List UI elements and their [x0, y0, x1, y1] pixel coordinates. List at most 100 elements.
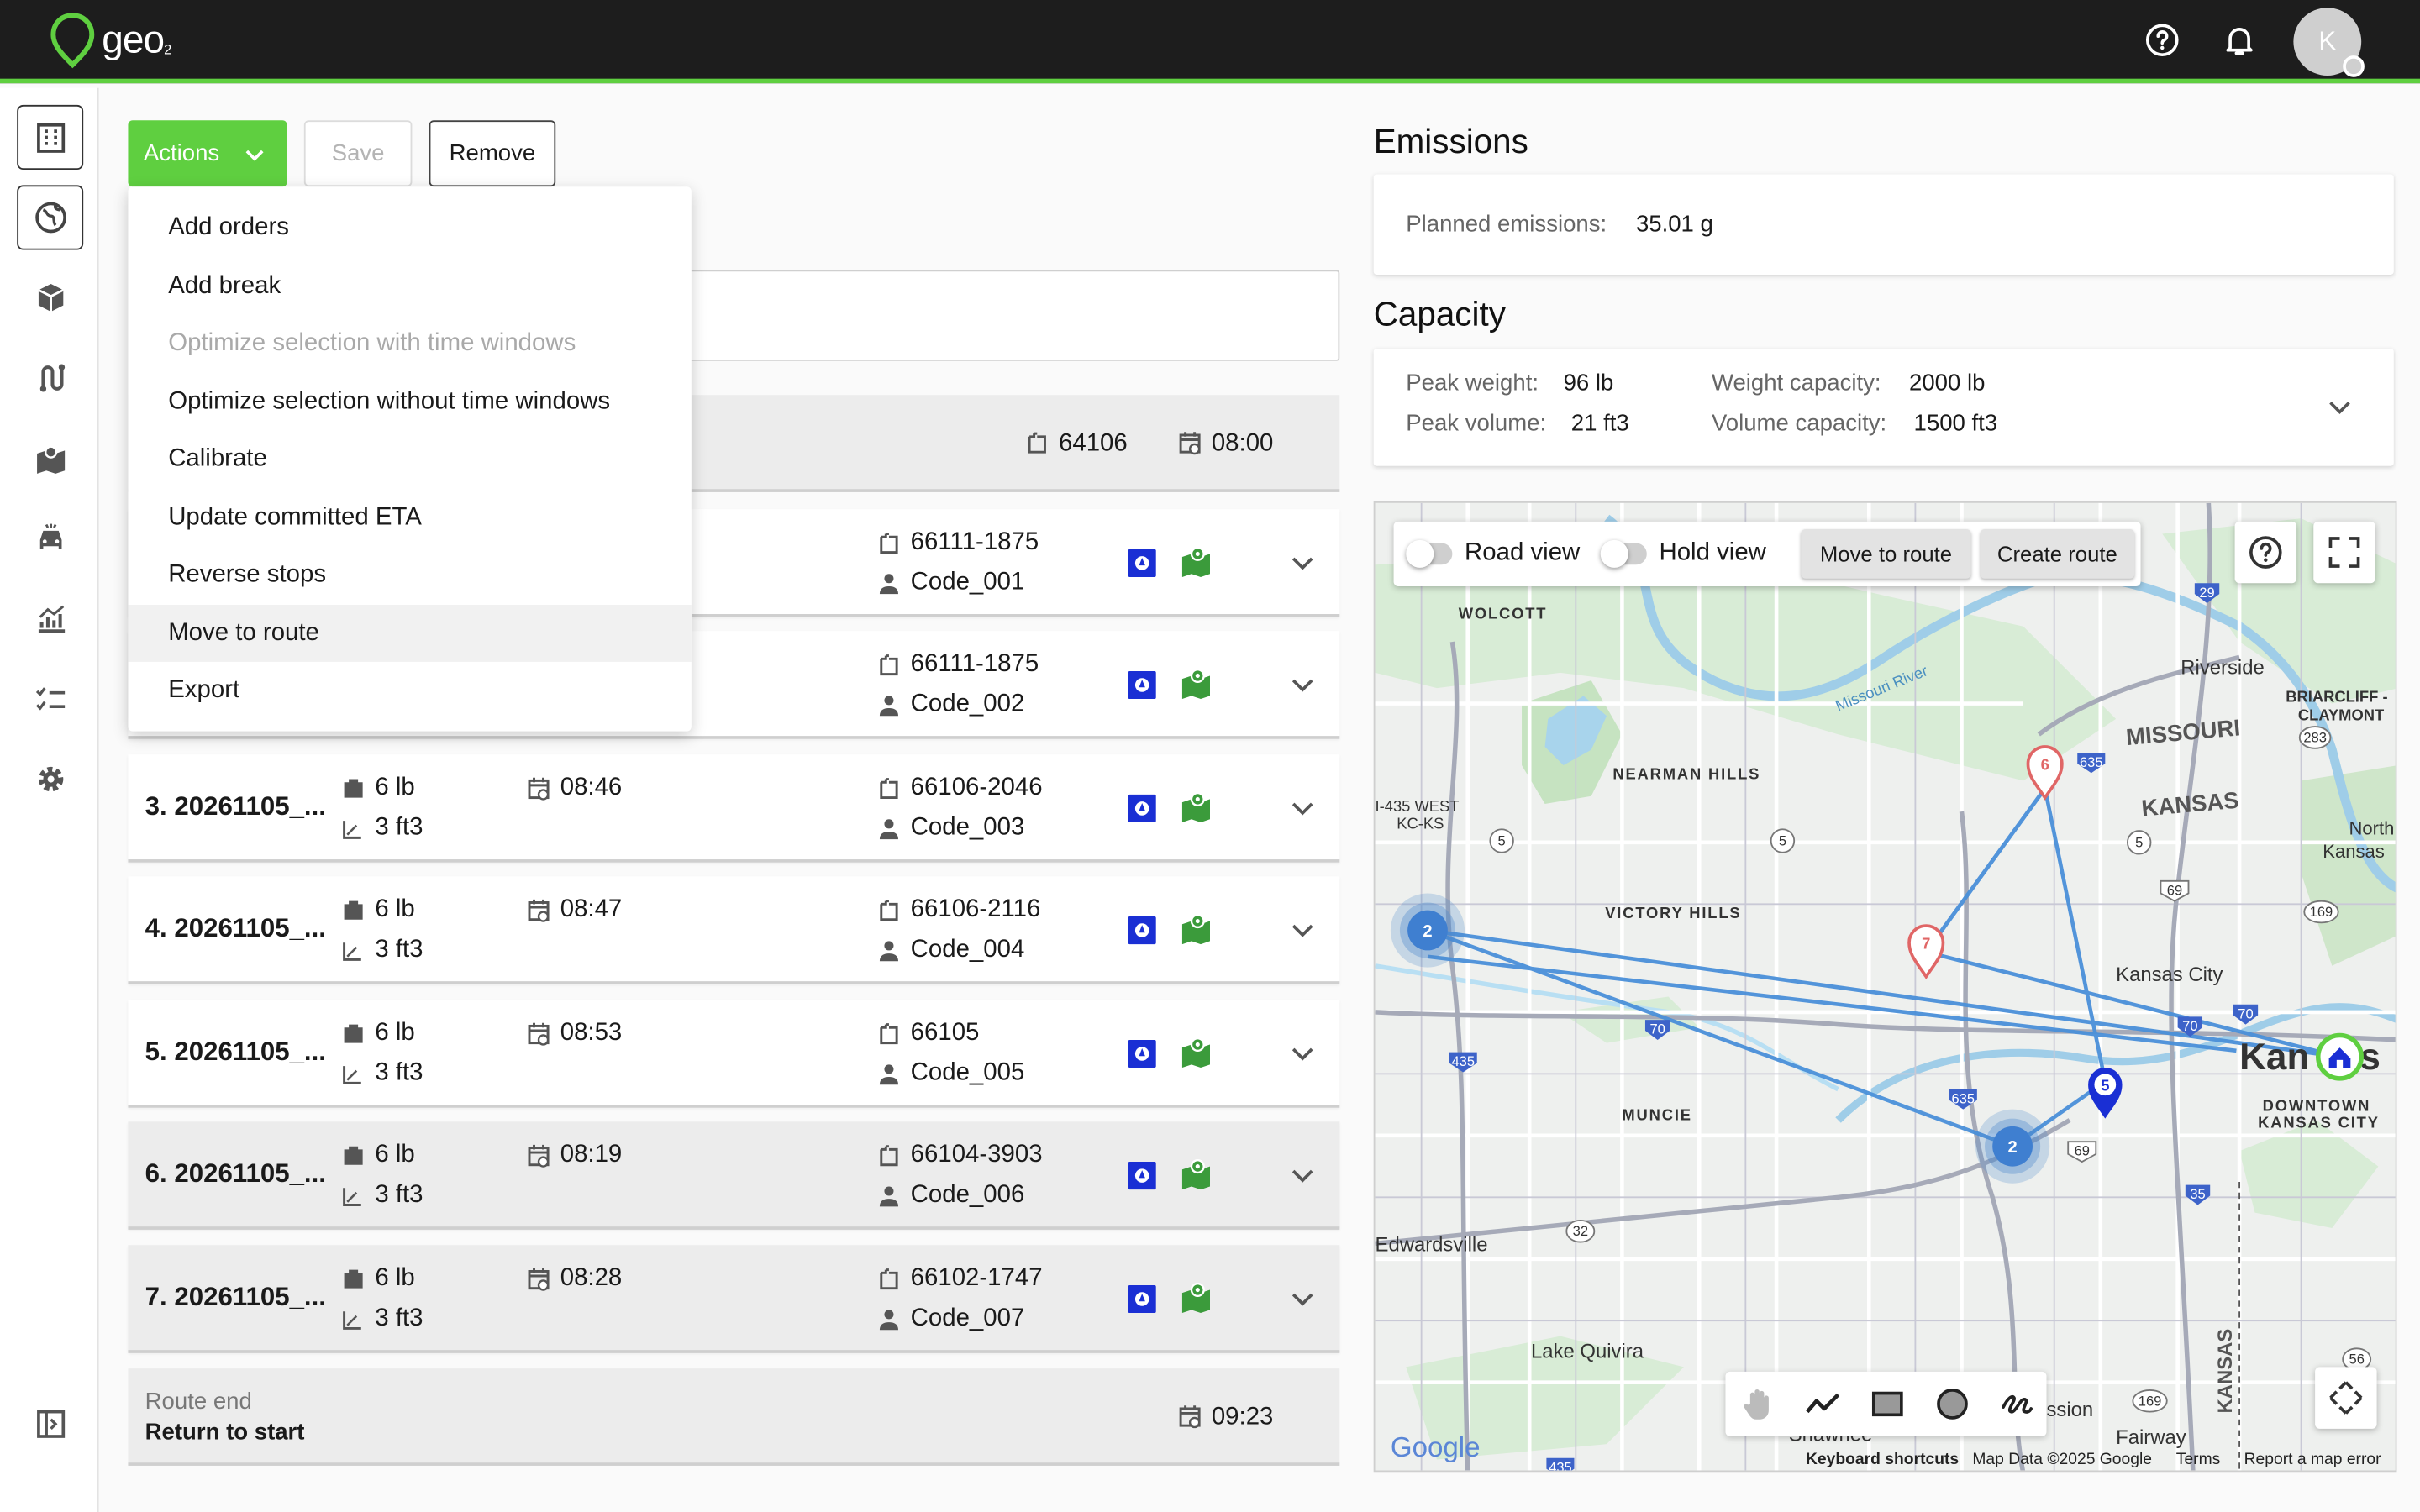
route-filter-input[interactable] [688, 270, 1340, 361]
chevron-down-icon[interactable] [1291, 920, 1315, 942]
planned-emissions-value: 35.01 g [1635, 211, 1713, 238]
stop-weight: 6 lb [375, 1020, 415, 1047]
sidebar-item-analytics[interactable] [17, 586, 83, 651]
chevron-down-icon[interactable] [2328, 396, 2352, 418]
menu-item-move-to-route[interactable]: Move to route [128, 604, 692, 662]
map-pin-icon[interactable] [1181, 1280, 1214, 1314]
actions-button[interactable]: Actions [128, 120, 287, 187]
navigation-icon[interactable] [1125, 668, 1159, 701]
depot-marker [2316, 1032, 2364, 1081]
map-canvas[interactable]: 29 283 635 5 5 5 69 169 70 70 435 70 635… [1375, 502, 2397, 1472]
logo-text: geo [102, 18, 165, 61]
terms-link[interactable]: Terms [2176, 1451, 2221, 1469]
menu-item-export[interactable]: Export [128, 662, 691, 720]
road-view-toggle[interactable] [1406, 539, 1453, 568]
chevron-down-icon[interactable] [1291, 675, 1315, 696]
stop-volume: 3 ft3 [375, 1059, 424, 1087]
stop-title: 3. 20261105_... [145, 791, 326, 822]
help-circle-icon[interactable] [2144, 22, 2181, 59]
place-label: Kansas City [2116, 963, 2223, 986]
navigation-icon[interactable] [1125, 1037, 1159, 1070]
map-pin-icon[interactable] [1181, 790, 1214, 823]
highway-shield: 5 [1770, 828, 1796, 853]
user-icon [876, 938, 901, 963]
map-pin-icon[interactable] [1181, 912, 1214, 946]
sidebar-item-depots[interactable] [17, 104, 84, 171]
avatar-initial: K [2318, 26, 2337, 56]
sidebar-item-territories[interactable] [17, 426, 83, 491]
sidebar-item-routes[interactable] [17, 345, 83, 410]
sidebar-item-tasks[interactable] [17, 666, 83, 731]
stop-card[interactable]: 5. 20261105_... 6 lb 3 ft3 08:53 66105 Code_0… [128, 1000, 1340, 1108]
logo[interactable]: geo 2 [46, 9, 171, 71]
bell-icon[interactable] [2221, 22, 2258, 59]
navigation-icon[interactable] [1125, 791, 1159, 825]
menu-item-add-break[interactable]: Add break [128, 257, 691, 315]
place-label: Kan [2239, 1037, 2309, 1078]
stop-card[interactable]: 7. 20261105_... 6 lb 3 ft3 08:28 66102-1747 C… [128, 1245, 1340, 1353]
navigation-icon[interactable] [1125, 1282, 1159, 1315]
calendar-clock-icon [1179, 1405, 1201, 1429]
hand-pan-icon[interactable] [1739, 1385, 1776, 1422]
volume-capacity-label: Volume capacity: [1711, 410, 1887, 437]
navigation-icon[interactable] [1125, 546, 1159, 580]
highway-shield: 635 [1949, 1089, 1977, 1110]
mailbox-icon [876, 1267, 901, 1291]
stop-time: 08:53 [560, 1020, 623, 1047]
shield-label: 32 [1573, 1223, 1588, 1239]
user-icon [876, 1062, 901, 1086]
map-recenter-button[interactable] [2315, 1367, 2377, 1429]
rectangle-icon[interactable] [1869, 1385, 1906, 1422]
mailbox-icon [1028, 432, 1046, 454]
menu-item-add-orders[interactable]: Add orders [128, 199, 691, 257]
place-label: WOLCOTT [1459, 605, 1548, 622]
chevron-down-icon[interactable] [1291, 798, 1315, 820]
map-pin-icon[interactable] [1181, 1158, 1214, 1191]
menu-item-reverse-stops[interactable]: Reverse stops [128, 546, 691, 604]
menu-item-optimize-without-time-windows[interactable]: Optimize selection without time windows [128, 373, 691, 431]
keyboard-shortcuts-link[interactable]: Keyboard shortcuts [1806, 1451, 1959, 1469]
navigation-icon[interactable] [1125, 1158, 1159, 1192]
highway-shield: 5 [1489, 828, 1514, 853]
remove-button[interactable]: Remove [429, 120, 556, 187]
peak-weight-value: 96 lb [1563, 370, 1614, 397]
building-icon [36, 123, 65, 153]
fullscreen-icon [2328, 537, 2360, 568]
report-map-error-link[interactable]: Report a map error [2244, 1451, 2381, 1469]
sidebar-collapse-button[interactable] [17, 1392, 83, 1457]
user-icon [876, 571, 901, 596]
sidebar-item-settings[interactable] [17, 747, 83, 811]
map-pin-icon[interactable] [1181, 1035, 1214, 1068]
shield-label: 169 [2139, 1393, 2162, 1409]
sidebar-item-globe[interactable] [17, 185, 84, 250]
freehand-icon[interactable] [1999, 1385, 2036, 1422]
chevron-down-icon[interactable] [1291, 1289, 1315, 1310]
map-view[interactable]: 29 283 635 5 5 5 69 169 70 70 435 70 635… [1373, 501, 2397, 1473]
actions-menu: Add orders Add break Optimize selection … [128, 186, 692, 732]
stop-card[interactable]: 4. 20261105_... 6 lb 3 ft3 08:47 66106-2116 C… [128, 876, 1340, 984]
stop-card[interactable]: 6. 20261105_... 6 lb 3 ft3 08:19 66104-3903 C… [128, 1121, 1340, 1230]
hold-view-toggle[interactable] [1600, 539, 1647, 568]
stop-card[interactable]: 3. 20261105_... 6 lb 3 ft3 08:46 66106-2046 C… [128, 754, 1340, 863]
sidebar-item-vehicles[interactable] [17, 506, 83, 570]
chevron-down-icon[interactable] [1291, 1043, 1315, 1065]
cluster-marker-label: 2 [2007, 1138, 2017, 1157]
map-help-button[interactable] [2234, 521, 2297, 584]
place-label: BRIARCLIFF - [2286, 688, 2387, 706]
map-pin-icon[interactable] [1181, 666, 1214, 700]
chevron-down-icon[interactable] [1291, 1165, 1315, 1187]
menu-item-calibrate[interactable]: Calibrate [128, 430, 691, 488]
chevron-down-icon[interactable] [1291, 553, 1315, 575]
create-route-button[interactable]: Create route [1980, 529, 2135, 579]
menu-item-update-committed-eta[interactable]: Update committed ETA [128, 488, 691, 546]
fullscreen-button[interactable] [2313, 521, 2375, 584]
avatar[interactable]: K [2293, 8, 2365, 77]
map-pin-icon[interactable] [1181, 544, 1214, 578]
emissions-title: Emissions [1373, 122, 1528, 161]
navigation-icon[interactable] [1125, 913, 1159, 947]
polyline-icon[interactable] [1804, 1385, 1841, 1422]
sidebar-item-orders[interactable] [17, 265, 83, 330]
circle-icon[interactable] [1933, 1385, 1970, 1422]
move-to-route-button[interactable]: Move to route [1801, 529, 1971, 579]
save-button[interactable]: Save [303, 120, 413, 187]
